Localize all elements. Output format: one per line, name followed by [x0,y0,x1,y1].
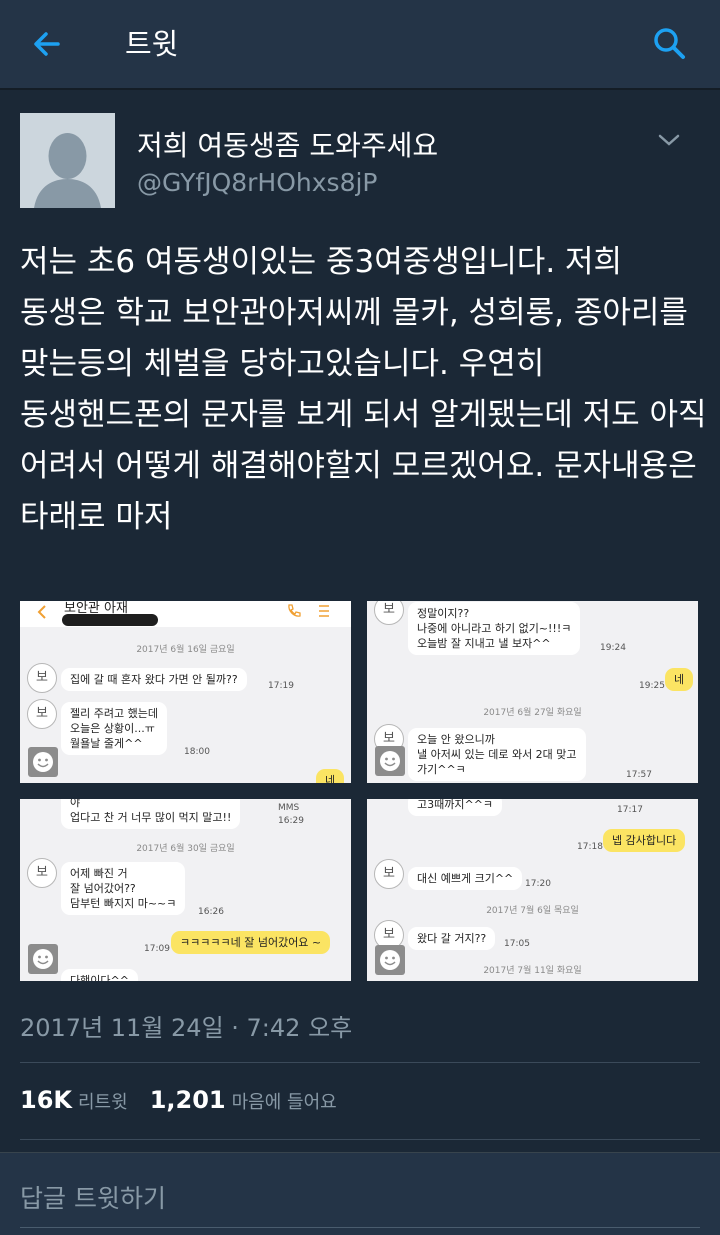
message-time: 17:57 [626,770,652,780]
emoji-icon [28,747,58,777]
tweet-text: 저는 초6 여동생이있는 중3여중생입니다. 저희 동생은 학교 보안관아저씨께… [20,244,707,535]
message-time: 17:17 [617,805,643,815]
message-time: 16:26 [198,907,224,917]
reply-bubble: 네 [316,769,345,783]
media-image-3[interactable]: 야 업다고 찬 거 너무 많이 먹지 말고!! MMS 16:29 2017년 … [20,799,351,981]
sender-avatar: 보 [374,601,404,625]
message-time: 19:24 [600,643,626,653]
date-divider: 2017년 7월 6일 목요일 [486,906,579,916]
reply-input-underline [20,1227,700,1228]
reply-bar: 답글 트윗하기 [0,1152,720,1235]
screen-title: 트윗 [125,27,179,61]
message-time: 17:09 [144,944,170,954]
author-handle[interactable]: @GYfJQ8rHOhxs8jP [137,168,378,197]
sender-avatar: 보 [27,663,57,693]
date-divider: 2017년 6월 16일 금요일 [136,645,235,655]
message-bubble: 고3때까지^^ㅋ [408,799,503,816]
reply-bubble: 네 [665,668,694,691]
message-bubble: 젤리 주려고 했는데 오늘은 상황이...ㅠ 월욜날 줄게^^ [61,702,167,755]
media-grid: 보안관 아재 2017년 6월 16일 금요일 보 집에 갈 때 혼자 왔다 가… [20,601,698,982]
date-divider: 2017년 7월 11일 화요일 [483,966,582,976]
sender-avatar: 보 [27,858,57,888]
message-bubble: 다행이다^^ [61,969,138,981]
divider [20,1062,700,1063]
like-count[interactable]: 1,201 [150,1086,226,1114]
tweet-stats: 16K 리트윗 1,201 마음에 들어요 [20,1086,359,1114]
back-arrow-icon[interactable] [28,24,68,64]
message-time: 17:19 [268,681,294,691]
message-time: 17:05 [504,939,530,949]
retweet-count[interactable]: 16K [20,1086,72,1114]
message-time: 19:25 [639,681,665,691]
chevron-down-icon[interactable] [652,128,686,152]
author-display-name[interactable]: 저희 여동생좀 도와주세요 [137,124,438,164]
tweet-timestamp: 2017년 11월 24일 · 7:42 오후 [20,1014,353,1042]
redacted-number [62,614,158,626]
divider [20,1139,700,1140]
message-bubble: 어제 빠진 거 잘 넘어갔어?? 담부턴 빠지지 마~~ㅋ [61,862,186,915]
message-bubble: 정말이지?? 나중에 아니라고 하기 없기~!!!ㅋ 오늘밤 잘 지내고 낼 보… [408,602,581,655]
message-time: 18:00 [184,747,210,757]
like-label[interactable]: 마음에 들어요 [232,1092,337,1113]
message-bubble: 왔다 갈 거지?? [408,927,496,950]
chat-header: 보안관 아재 [20,601,351,627]
media-image-4[interactable]: 고3때까지^^ㅋ 17:17 17:18 넵 감사합니다 보 대신 예쁘게 크기… [367,799,698,981]
sender-avatar: 보 [27,699,57,729]
phone-icon [288,604,301,617]
message-time: 17:20 [525,879,551,889]
search-icon[interactable] [650,24,690,64]
menu-icon [319,605,329,617]
back-chevron-icon [37,605,46,619]
media-image-2[interactable]: 보 정말이지?? 나중에 아니라고 하기 없기~!!!ㅋ 오늘밤 잘 지내고 낼… [367,601,698,783]
top-app-bar: 트윗 [0,0,720,90]
message-bubble: 대신 예쁘게 크기^^ [408,867,523,890]
date-divider: 2017년 6월 30일 금요일 [136,844,235,854]
emoji-icon [28,944,58,974]
reply-bubble: 넵 감사합니다 [603,829,686,852]
sender-avatar: 보 [374,859,404,889]
message-bubble: 오늘 안 왔으니까 낼 아저씨 있는 데로 와서 2대 맞고 가기^^ㅋ [408,728,586,781]
default-avatar-icon [20,113,115,208]
retweet-label[interactable]: 리트윗 [78,1092,128,1113]
avatar[interactable] [20,113,115,208]
message-bubble: 집에 갈 때 혼자 왔다 가면 안 될까?? [61,668,247,691]
message-bubble: 야 업다고 찬 거 너무 많이 먹지 말고!! [61,799,241,829]
emoji-icon [375,746,405,776]
reply-input[interactable]: 답글 트윗하기 [20,1179,166,1215]
message-time: 16:29 [278,816,304,826]
date-divider: 2017년 6월 27일 화요일 [483,708,582,718]
media-image-1[interactable]: 보안관 아재 2017년 6월 16일 금요일 보 집에 갈 때 혼자 왔다 가… [20,601,351,783]
message-time: 17:18 [577,842,603,852]
mms-label: MMS [278,803,300,813]
reply-bubble: ㅋㅋㅋㅋㅋ네 잘 넘어갔어요 ~ [171,931,331,954]
